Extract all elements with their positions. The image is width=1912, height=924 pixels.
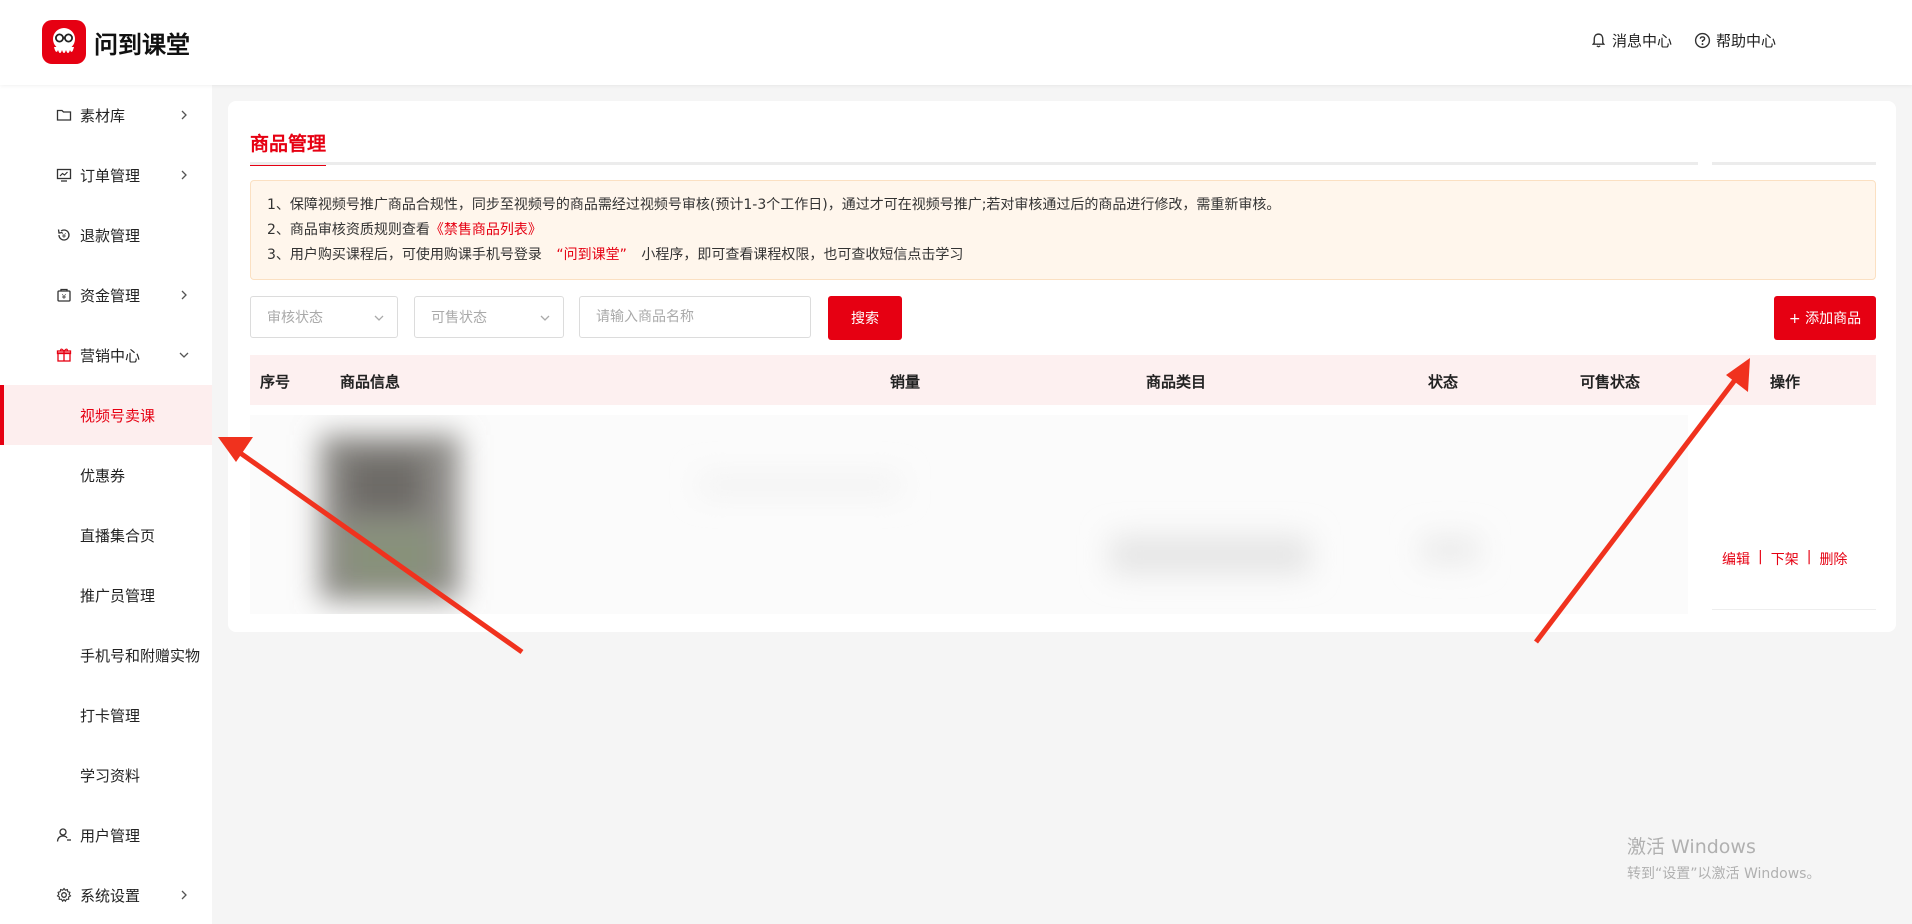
sidebar-item-materials[interactable]: 素材库	[0, 85, 212, 145]
chevron-right-icon	[181, 110, 187, 120]
sidebar-item-orders[interactable]: 订单管理	[0, 145, 212, 205]
message-center-link[interactable]: 消息中心	[1590, 30, 1672, 51]
brand-name: 问到课堂	[94, 30, 190, 59]
chevron-down-icon	[540, 315, 550, 321]
folder-icon	[56, 109, 72, 121]
delist-link[interactable]: 下架	[1771, 549, 1799, 569]
gift-icon	[56, 348, 72, 362]
notice-line-3: 3、用户购买课程后，可使用购课手机号登录 “问到课堂” 小程序，即可查看课程权限…	[267, 247, 964, 263]
help-center-label: 帮助中心	[1715, 32, 1776, 50]
blurred-row-content	[250, 415, 1688, 614]
chevron-right-icon	[181, 290, 187, 300]
filter-bar: 审核状态 可售状态 搜索 + 添加商品	[250, 296, 1876, 340]
sidebar-sub-checkin[interactable]: 打卡管理	[0, 685, 212, 745]
sidebar-sub-learning-materials[interactable]: 学习资料	[0, 745, 212, 805]
svg-text:¥: ¥	[62, 232, 67, 240]
gear-icon	[56, 887, 72, 903]
table-header: 序号 商品信息 销量 商品类目 状态 可售状态 操作	[250, 355, 1876, 405]
sidebar: 素材库 订单管理 ¥ 退款管理 ¥ 资金管理 营销中心 视频号卖课 优惠券 直播…	[0, 85, 212, 924]
sidebar-item-label: 营销中心	[80, 346, 141, 365]
chevron-right-icon	[181, 170, 187, 180]
help-circle-icon	[1694, 32, 1711, 49]
column-header-status: 状态	[1428, 373, 1459, 391]
bell-icon	[1591, 33, 1606, 48]
add-product-button[interactable]: + 添加商品	[1774, 296, 1876, 340]
sale-status-select[interactable]: 可售状态	[414, 296, 564, 338]
message-center-label: 消息中心	[1611, 32, 1672, 50]
tab-underline	[250, 162, 1698, 165]
sidebar-item-funds[interactable]: ¥ 资金管理	[0, 265, 212, 325]
table-row-blurred	[250, 415, 1688, 614]
help-center-link[interactable]: 帮助中心	[1694, 30, 1776, 51]
chevron-down-icon	[179, 352, 189, 358]
mini-program-name: “问到课堂”	[556, 247, 627, 263]
sidebar-sub-promoters[interactable]: 推广员管理	[0, 565, 212, 625]
tab-bar: 商品管理	[250, 129, 1876, 166]
tab-product-management[interactable]: 商品管理	[250, 129, 327, 166]
svg-text:¥: ¥	[62, 293, 67, 301]
chevron-down-icon	[374, 315, 384, 321]
brand-logo[interactable]: 问到课堂	[42, 20, 190, 64]
banned-products-link[interactable]: 《禁售商品列表》	[430, 222, 542, 238]
top-header: 问到课堂 消息中心 帮助中心	[0, 0, 1912, 85]
sidebar-item-label: 用户管理	[80, 826, 141, 845]
sidebar-item-settings[interactable]: 系统设置	[0, 865, 212, 924]
product-name-input[interactable]	[579, 296, 811, 338]
monitor-icon	[56, 168, 72, 182]
sidebar-item-label: 系统设置	[80, 886, 141, 905]
sidebar-item-marketing[interactable]: 营销中心	[0, 325, 212, 385]
chevron-right-icon	[181, 890, 187, 900]
column-header-product-info: 商品信息	[340, 373, 401, 391]
delete-link[interactable]: 删除	[1819, 549, 1847, 569]
sidebar-item-label: 素材库	[80, 106, 126, 125]
sidebar-item-label: 订单管理	[80, 166, 141, 185]
refund-icon: ¥	[57, 229, 70, 241]
user-icon	[56, 828, 71, 842]
column-header-actions: 操作	[1770, 373, 1801, 391]
audit-status-select[interactable]: 审核状态	[250, 296, 398, 338]
column-header-sales: 销量	[890, 373, 921, 391]
row-actions: 编辑 | 下架 | 删除	[1722, 549, 1848, 569]
column-header-index: 序号	[260, 373, 291, 391]
sidebar-sub-phone-gifts[interactable]: 手机号和附赠实物	[0, 625, 212, 685]
edit-link[interactable]: 编辑	[1722, 549, 1750, 569]
notice-line-1: 1、保障视频号推广商品合规性，同步至视频号的商品需经过视频号审核(预计1-3个工…	[267, 197, 1281, 213]
sidebar-sub-live-collection[interactable]: 直播集合页	[0, 505, 212, 565]
sidebar-sub-video-course[interactable]: 视频号卖课	[0, 385, 212, 445]
windows-activation-watermark: 激活 Windows 转到“设置”以激活 Windows。	[1627, 836, 1821, 882]
search-button[interactable]: 搜索	[828, 296, 902, 340]
sidebar-item-label: 资金管理	[80, 286, 141, 305]
row-divider	[1712, 609, 1876, 610]
octopus-logo-icon	[42, 20, 86, 64]
sidebar-item-refunds[interactable]: ¥ 退款管理	[0, 205, 212, 265]
notice-line-2: 2、商品审核资质规则查看《禁售商品列表》	[267, 222, 542, 238]
notice-box: 1、保障视频号推广商品合规性，同步至视频号的商品需经过视频号审核(预计1-3个工…	[250, 180, 1876, 280]
content-panel: 商品管理 1、保障视频号推广商品合规性，同步至视频号的商品需经过视频号审核(预计…	[228, 101, 1896, 632]
sidebar-item-label: 退款管理	[80, 226, 141, 245]
column-header-sale-status: 可售状态	[1580, 373, 1641, 391]
tab-underline-secondary	[1712, 162, 1876, 165]
sidebar-sub-coupons[interactable]: 优惠券	[0, 445, 212, 505]
sidebar-item-users[interactable]: 用户管理	[0, 805, 212, 865]
wallet-icon: ¥	[57, 288, 71, 302]
column-header-category: 商品类目	[1146, 373, 1207, 391]
